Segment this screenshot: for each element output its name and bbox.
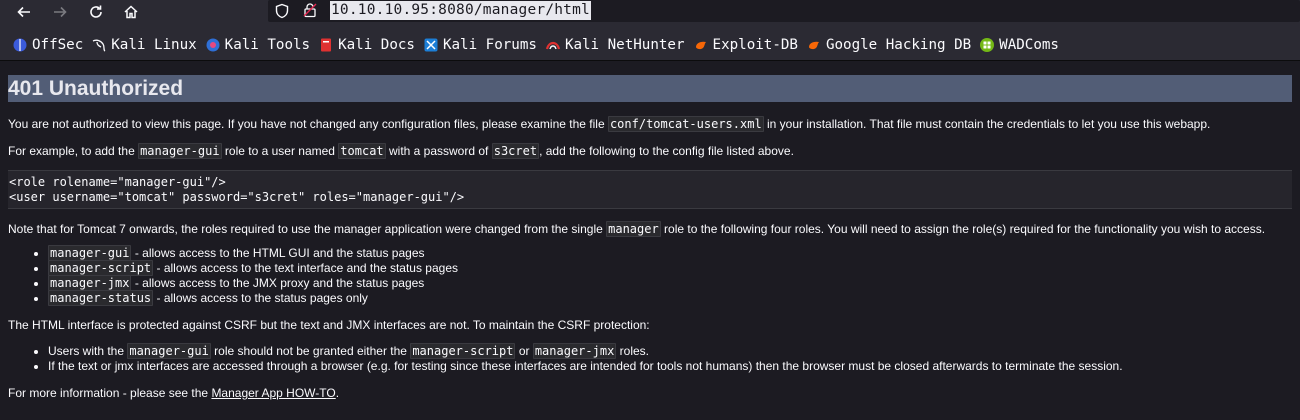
unauthorized-paragraph: You are not authorized to view this page… <box>8 116 1292 132</box>
inline-code: manager-jmx <box>532 343 617 359</box>
offsec-icon <box>12 37 28 53</box>
text-span: - allows access to the JMX proxy and the… <box>131 276 425 290</box>
roles-note-paragraph: Note that for Tomcat 7 onwards, the role… <box>8 221 1292 237</box>
inline-code: manager-gui <box>138 143 222 159</box>
roles-list: manager-gui - allows access to the HTML … <box>8 245 1292 306</box>
text-span: or <box>515 344 533 358</box>
tracking-protection-shield-icon[interactable] <box>274 3 290 24</box>
list-item: manager-status - allows access to the st… <box>48 290 1292 306</box>
list-item: manager-gui - allows access to the HTML … <box>48 245 1292 261</box>
bookmark-label: Kali Docs <box>338 37 415 53</box>
bookmark-kali-docs[interactable]: Kali Docs <box>316 33 421 57</box>
url-text[interactable]: 10.10.10.95:8080/manager/html <box>330 1 591 20</box>
home-button[interactable] <box>119 0 143 24</box>
example-paragraph: For example, to add the manager-gui role… <box>8 143 1292 159</box>
list-item: manager-script - allows access to the te… <box>48 260 1292 276</box>
inline-code: manager-gui <box>48 245 132 261</box>
kali-forums-icon <box>423 37 439 53</box>
back-arrow-icon <box>17 6 30 18</box>
text-span: You are not authorized to view this page… <box>8 117 608 131</box>
bookmarks-toolbar: OffSec Kali Linux Kali Tools Kali Docs K… <box>0 30 1300 61</box>
home-icon <box>124 5 138 19</box>
text-span: Note that for Tomcat 7 onwards, the role… <box>8 222 607 236</box>
bookmark-google-hacking-db[interactable]: Google Hacking DB <box>804 33 977 57</box>
bookmark-label: Kali Forums <box>442 37 537 53</box>
text-span: For more information - please see the <box>8 386 212 400</box>
list-item: manager-jmx - allows access to the JMX p… <box>48 275 1292 291</box>
text-span: roles. <box>616 344 649 358</box>
page-title: 401 Unauthorized <box>8 75 1292 102</box>
text-span: - allows access to the text interface an… <box>153 261 458 275</box>
page-content: 401 Unauthorized You are not authorized … <box>0 75 1300 400</box>
bookmark-label: Google Hacking DB <box>825 37 972 53</box>
browser-toolbar: 10.10.10.95:8080/manager/html <box>0 0 1300 30</box>
reload-button[interactable] <box>84 0 108 24</box>
bookmark-exploit-db[interactable]: Exploit-DB <box>691 33 804 57</box>
bookmark-kali-linux[interactable]: Kali Linux <box>89 33 202 57</box>
bookmark-offsec[interactable]: OffSec <box>10 33 89 57</box>
list-item: Users with the manager-gui role should n… <box>48 343 1292 359</box>
insecure-lock-icon[interactable] <box>302 2 318 23</box>
nethunter-icon <box>545 37 561 53</box>
inline-code: manager-script <box>410 343 516 359</box>
inline-code: manager-jmx <box>48 275 132 291</box>
text-span: Users with the <box>48 344 128 358</box>
inline-code: manager-script <box>48 260 154 276</box>
inline-code: manager <box>606 221 661 237</box>
csrf-paragraph: The HTML interface is protected against … <box>8 318 650 332</box>
bookmark-wadcoms[interactable]: WADComs <box>977 33 1065 57</box>
ghdb-icon <box>806 37 822 53</box>
bookmark-label: OffSec <box>32 37 84 53</box>
text-span: - allows access to the status pages only <box>153 291 368 305</box>
inline-code: conf/tomcat-users.xml <box>607 116 764 132</box>
text-span: role to the following four roles. You wi… <box>660 222 1266 236</box>
inline-code: manager-status <box>48 290 154 306</box>
bookmark-kali-tools[interactable]: Kali Tools <box>203 33 316 57</box>
csrf-list: Users with the manager-gui role should n… <box>8 343 1292 374</box>
config-code-block: <role rolename="manager-gui"/> <user use… <box>8 170 1292 209</box>
back-button[interactable] <box>12 0 36 24</box>
kali-docs-icon <box>318 37 334 53</box>
kali-tools-icon <box>205 37 221 53</box>
text-span: - allows access to the HTML GUI and the … <box>131 246 425 260</box>
list-item: If the text or jmx interfaces are access… <box>48 359 1292 374</box>
exploit-db-icon <box>693 37 709 53</box>
bookmark-kali-nethunter[interactable]: Kali NetHunter <box>543 33 691 57</box>
inline-code: manager-gui <box>127 343 211 359</box>
bookmark-label: Kali Linux <box>111 37 197 53</box>
bookmark-label: WADComs <box>999 37 1059 53</box>
text-span: in your installation. That file must con… <box>763 117 1211 131</box>
reload-icon <box>90 5 102 18</box>
inline-code: tomcat <box>338 143 386 159</box>
text-span: with a password of <box>385 144 492 158</box>
text-span: role should not be granted either the <box>210 344 411 358</box>
bookmark-kali-forums[interactable]: Kali Forums <box>421 33 543 57</box>
bookmark-label: Kali NetHunter <box>564 37 685 53</box>
inline-code: s3cret <box>491 143 540 159</box>
wadcoms-icon <box>979 37 995 53</box>
manager-howto-link[interactable]: Manager App HOW-TO <box>211 386 335 400</box>
kali-dragon-icon <box>91 37 107 53</box>
text-span: role to a user named <box>221 144 339 158</box>
forward-button[interactable] <box>48 0 72 24</box>
text-span: , add the following to the config file l… <box>539 144 794 158</box>
more-info-paragraph: For more information - please see the Ma… <box>8 386 1292 400</box>
forward-arrow-icon <box>54 6 67 18</box>
bookmark-label: Exploit-DB <box>712 37 798 53</box>
bookmark-label: Kali Tools <box>224 37 311 53</box>
text-span: For example, to add the <box>8 144 139 158</box>
text-span: . <box>335 386 340 400</box>
